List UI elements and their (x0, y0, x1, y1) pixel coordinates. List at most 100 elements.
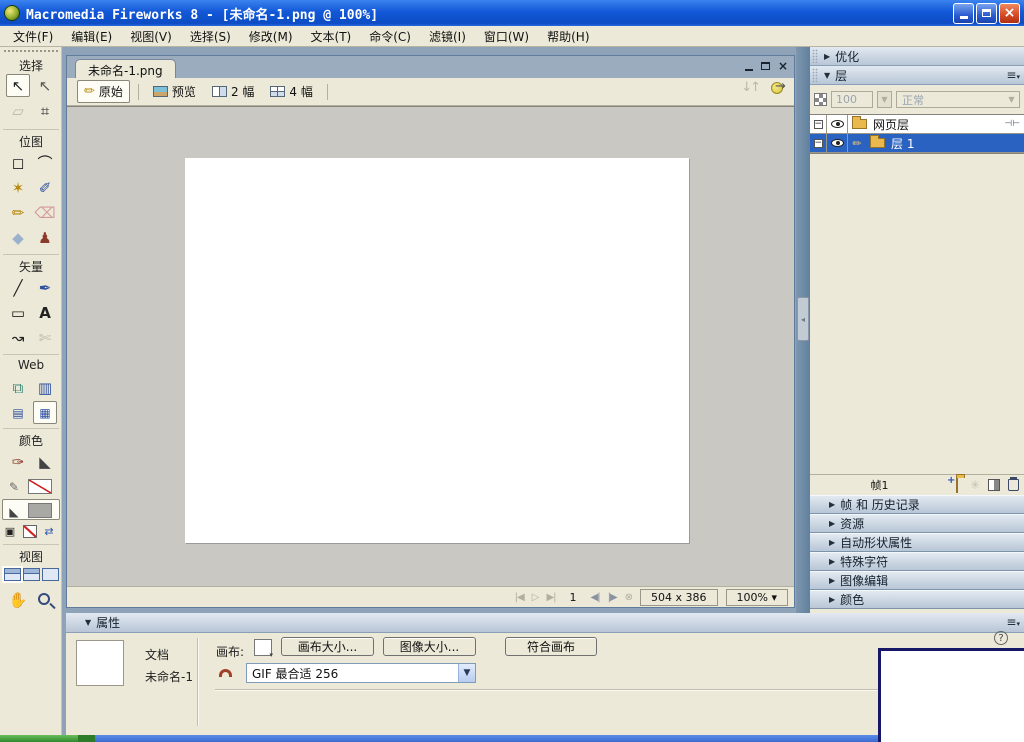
collapse-panels-handle[interactable]: ◂ (797, 297, 809, 341)
toolbox-gripper[interactable] (4, 50, 58, 54)
layer-name[interactable]: 层 1 (889, 135, 1024, 152)
subselection-tool[interactable]: ↖ (33, 74, 57, 97)
pencil-tool[interactable]: ✏ (6, 201, 30, 224)
menu-window[interactable]: 窗口(W) (475, 26, 538, 47)
default-colors-button[interactable]: ▣ (3, 525, 17, 538)
pointer-tool[interactable]: ↖ (6, 74, 30, 97)
menu-help[interactable]: 帮助(H) (538, 26, 598, 47)
text-tool[interactable]: A (33, 301, 57, 324)
stroke-color-swatch[interactable] (28, 479, 52, 494)
pen-tool[interactable]: ✒ (33, 276, 57, 299)
special-characters-panel-header[interactable]: ▶ 特殊字符 (810, 552, 1024, 571)
play-icon[interactable]: ▷ (532, 592, 539, 603)
fill-color-bucket-icon[interactable]: ◣ (2, 500, 26, 523)
canvas-color-swatch[interactable] (254, 639, 272, 656)
hide-slices-tool[interactable]: ▤ (6, 401, 30, 424)
hand-tool[interactable]: ✋ (6, 588, 30, 611)
canvas-background[interactable] (67, 106, 794, 586)
swap-image-arrows-icon[interactable]: ↓↑ (741, 80, 759, 95)
fill-color-swatch[interactable] (28, 503, 52, 518)
quick-export-button[interactable]: → (771, 80, 786, 95)
titlebar[interactable]: Macromedia Fireworks 8 - [未命名-1.png @ 10… (0, 0, 1024, 26)
magic-wand-tool[interactable]: ✶ (6, 176, 30, 199)
windows-taskbar[interactable] (0, 735, 1024, 742)
preview-view-button[interactable]: 预览 (147, 81, 202, 102)
slice-tool[interactable]: ▥ (33, 376, 57, 399)
knife-tool[interactable]: ✄ (33, 326, 57, 349)
brush-tool[interactable]: ✐ (33, 176, 57, 199)
line-tool[interactable]: ╱ (6, 276, 30, 299)
document-minimize-icon[interactable] (745, 69, 753, 71)
document-canvas[interactable] (185, 158, 689, 543)
eraser-tool[interactable]: ⌫ (33, 201, 57, 224)
swap-colors-button[interactable]: ⇄ (42, 525, 56, 538)
stroke-color-pencil-icon[interactable]: ✎ (2, 475, 26, 498)
close-button[interactable]: × (999, 3, 1020, 24)
image-size-button[interactable]: 图像大小... (383, 637, 476, 656)
collapse-layer-icon[interactable]: − (814, 139, 823, 148)
fullscreen-mode-button[interactable] (42, 568, 59, 581)
panel-gripper[interactable] (812, 49, 818, 63)
stop-icon[interactable]: ⊗ (625, 592, 632, 603)
help-icon[interactable]: ? (994, 631, 1008, 645)
show-slices-tool[interactable]: ▦ (33, 401, 57, 424)
no-color-button[interactable] (23, 525, 37, 538)
auto-shape-properties-panel-header[interactable]: ▶ 自动形状属性 (810, 533, 1024, 552)
canvas-size-button[interactable]: 画布大小... (281, 637, 374, 656)
fit-canvas-button[interactable]: 符合画布 (505, 637, 597, 656)
zoom-tool[interactable] (38, 593, 50, 605)
fullscreen-with-menus-mode-button[interactable] (23, 568, 40, 581)
hotspot-tool[interactable]: ⧉ (6, 376, 30, 399)
layer-visibility-eye-icon[interactable] (831, 120, 844, 128)
menu-edit[interactable]: 编辑(E) (62, 26, 121, 47)
first-frame-icon[interactable]: |◀ (515, 592, 524, 603)
zoom-level-dropdown[interactable]: 100% ▾ (726, 589, 788, 606)
assets-panel-header[interactable]: ▶ 资源 (810, 514, 1024, 533)
colors-panel-header[interactable]: ▶ 颜色 (810, 590, 1024, 609)
marquee-tool[interactable]: ◻ (6, 151, 30, 174)
menu-text[interactable]: 文本(T) (302, 26, 361, 47)
layer-row-web-layer[interactable]: − 网页层 ⊣⊢ (810, 115, 1024, 134)
eyedropper-tool[interactable]: ✑ (6, 450, 30, 473)
optimize-panel-header[interactable]: ▶ 优化 (810, 47, 1024, 66)
start-button-fragment[interactable] (0, 735, 78, 742)
document-close-icon[interactable]: × (778, 59, 788, 73)
freeform-tool[interactable]: ↝ (6, 326, 30, 349)
scale-tool[interactable]: ▱ (6, 99, 30, 122)
blend-mode-dropdown[interactable]: 正常 ▼ (896, 91, 1020, 108)
document-restore-icon[interactable] (761, 62, 770, 70)
restore-button[interactable] (976, 3, 997, 24)
document-tab[interactable]: 未命名-1.png (75, 59, 176, 78)
menu-filters[interactable]: 滤镜(I) (420, 26, 475, 47)
opacity-dropdown-arrow[interactable]: ▼ (877, 91, 892, 108)
opacity-input[interactable]: 100 (831, 91, 873, 108)
original-view-button[interactable]: ✏ 原始 (77, 80, 130, 103)
panel-options-menu-icon[interactable]: ≡▾ (1006, 615, 1020, 629)
panel-options-menu-icon[interactable]: ≡▾ (1006, 68, 1020, 82)
paint-bucket-tool[interactable]: ◣ (33, 450, 57, 473)
menu-modify[interactable]: 修改(M) (240, 26, 302, 47)
image-editing-panel-header[interactable]: ▶ 图像编辑 (810, 571, 1024, 590)
four-up-view-button[interactable]: 4 幅 (264, 81, 318, 102)
rectangle-tool[interactable]: ▭ (6, 301, 30, 324)
previous-frame-icon[interactable]: ◀| (591, 592, 600, 603)
delete-layer-trash-icon[interactable] (1008, 479, 1019, 491)
panel-gripper[interactable] (812, 68, 818, 82)
standard-screen-mode-button[interactable] (4, 568, 21, 581)
two-up-view-button[interactable]: 2 幅 (206, 81, 260, 102)
new-layer-folder-button[interactable]: + (952, 478, 962, 492)
collapse-layer-icon[interactable]: − (814, 120, 823, 129)
layer-row-layer-1[interactable]: − ✏ 层 1 (810, 134, 1024, 153)
last-frame-icon[interactable]: ▶| (546, 592, 555, 603)
menu-select[interactable]: 选择(S) (181, 26, 240, 47)
crop-tool[interactable]: ⌗ (33, 99, 57, 122)
menu-view[interactable]: 视图(V) (121, 26, 181, 47)
new-bitmap-mask-button[interactable] (988, 479, 1000, 491)
minimize-button[interactable] (953, 3, 974, 24)
export-preset-dropdown[interactable]: GIF 最合适 256 ▼ (246, 663, 476, 683)
frames-history-panel-header[interactable]: ▶ 帧 和 历史记录 (810, 495, 1024, 514)
layer-visibility-eye-icon[interactable] (831, 139, 844, 147)
menu-commands[interactable]: 命令(C) (360, 26, 420, 47)
layer-name[interactable]: 网页层 (871, 116, 1004, 133)
properties-panel-header[interactable]: ▼ 属性 ≡▾ (66, 613, 1024, 633)
